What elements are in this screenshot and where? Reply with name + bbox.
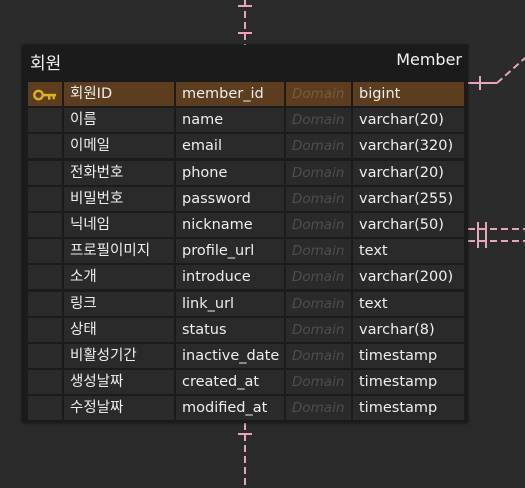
column-domain: Domain: [286, 108, 351, 133]
column-list: 회원ID member_id Domain bigint 이름 name Dom…: [28, 82, 464, 422]
column-row-member-id[interactable]: 회원ID member_id Domain bigint: [28, 82, 464, 108]
column-domain: Domain: [286, 186, 351, 211]
column-domain: Domain: [286, 317, 351, 342]
column-row-introduce[interactable]: 소개 introduce Domain varchar(200): [28, 265, 464, 291]
key-cell: [28, 396, 62, 421]
column-logical-name: 이름: [64, 108, 174, 133]
column-domain: Domain: [286, 291, 351, 316]
column-data-type: varchar(8): [353, 317, 464, 342]
column-physical-name: email: [176, 134, 284, 159]
column-logical-name: 비밀번호: [64, 186, 174, 211]
key-cell: [28, 370, 62, 395]
column-row-email[interactable]: 이메일 email Domain varchar(320): [28, 134, 464, 160]
erd-canvas[interactable]: 회원 Member 회원ID member_id Domain bigint 이…: [0, 0, 525, 488]
column-row-nickname[interactable]: 닉네임 nickname Domain varchar(50): [28, 212, 464, 239]
key-cell: [28, 186, 62, 211]
column-row-link-url[interactable]: 링크 link_url Domain text: [28, 291, 464, 318]
column-row-inactive-date[interactable]: 비활성기간 inactive_date Domain timestamp: [28, 343, 464, 370]
column-data-type: bigint: [353, 82, 464, 106]
column-domain: Domain: [286, 343, 351, 368]
column-domain: Domain: [286, 82, 351, 106]
column-row-created-at[interactable]: 생성날짜 created_at Domain timestamp: [28, 370, 464, 396]
column-logical-name: 상태: [64, 317, 174, 342]
key-cell: [28, 134, 62, 159]
column-logical-name: 전화번호: [64, 160, 174, 185]
column-logical-name: 생성날짜: [64, 370, 174, 395]
column-data-type: varchar(50): [353, 212, 464, 237]
key-icon: [33, 89, 56, 101]
column-domain: Domain: [286, 265, 351, 290]
key-cell: [28, 265, 62, 290]
column-domain: Domain: [286, 370, 351, 395]
key-cell: [28, 343, 62, 368]
column-data-type: timestamp: [353, 343, 464, 368]
entity-logical-name: 회원: [30, 54, 62, 74]
entity-header[interactable]: 회원 Member: [22, 45, 468, 77]
column-row-name[interactable]: 이름 name Domain varchar(20): [28, 108, 464, 134]
column-logical-name: 프로필이미지: [64, 239, 174, 264]
column-row-profile-url[interactable]: 프로필이미지 profile_url Domain text: [28, 239, 464, 265]
column-data-type: varchar(20): [353, 160, 464, 185]
column-physical-name: modified_at: [176, 396, 284, 421]
column-logical-name: 회원ID: [64, 82, 174, 106]
column-logical-name: 소개: [64, 265, 174, 290]
relation-line-right-upper-diag: [496, 57, 525, 84]
column-logical-name: 비활성기간: [64, 343, 174, 368]
column-physical-name: password: [176, 186, 284, 211]
column-physical-name: inactive_date: [176, 343, 284, 368]
column-row-modified-at[interactable]: 수정날짜 modified_at Domain timestamp: [28, 396, 464, 422]
entity-physical-name: Member: [396, 50, 462, 69]
entity-member[interactable]: 회원 Member 회원ID member_id Domain bigint 이…: [22, 45, 468, 423]
column-logical-name: 수정날짜: [64, 396, 174, 421]
column-data-type: varchar(320): [353, 134, 464, 159]
column-logical-name: 닉네임: [64, 212, 174, 237]
column-physical-name: link_url: [176, 291, 284, 316]
column-logical-name: 이메일: [64, 134, 174, 159]
column-domain: Domain: [286, 396, 351, 421]
column-domain: Domain: [286, 134, 351, 159]
column-data-type: timestamp: [353, 370, 464, 395]
key-cell: [28, 239, 62, 264]
column-physical-name: created_at: [176, 370, 284, 395]
column-physical-name: nickname: [176, 212, 284, 237]
column-physical-name: phone: [176, 160, 284, 185]
column-physical-name: status: [176, 317, 284, 342]
column-domain: Domain: [286, 212, 351, 237]
column-data-type: timestamp: [353, 396, 464, 421]
key-cell: [28, 212, 62, 237]
column-physical-name: member_id: [176, 82, 284, 106]
column-domain: Domain: [286, 239, 351, 264]
column-row-status[interactable]: 상태 status Domain varchar(8): [28, 317, 464, 344]
column-data-type: varchar(20): [353, 108, 464, 133]
column-physical-name: profile_url: [176, 239, 284, 264]
key-cell: [28, 82, 62, 106]
column-data-type: varchar(255): [353, 186, 464, 211]
column-row-phone[interactable]: 전화번호 phone Domain varchar(20): [28, 160, 464, 187]
column-physical-name: introduce: [176, 265, 284, 290]
column-domain: Domain: [286, 160, 351, 185]
key-cell: [28, 108, 62, 133]
column-data-type: varchar(200): [353, 265, 464, 290]
key-cell: [28, 291, 62, 316]
column-data-type: text: [353, 291, 464, 316]
column-row-password[interactable]: 비밀번호 password Domain varchar(255): [28, 186, 464, 213]
column-data-type: text: [353, 239, 464, 264]
key-cell: [28, 317, 62, 342]
key-cell: [28, 160, 62, 185]
column-physical-name: name: [176, 108, 284, 133]
column-logical-name: 링크: [64, 291, 174, 316]
